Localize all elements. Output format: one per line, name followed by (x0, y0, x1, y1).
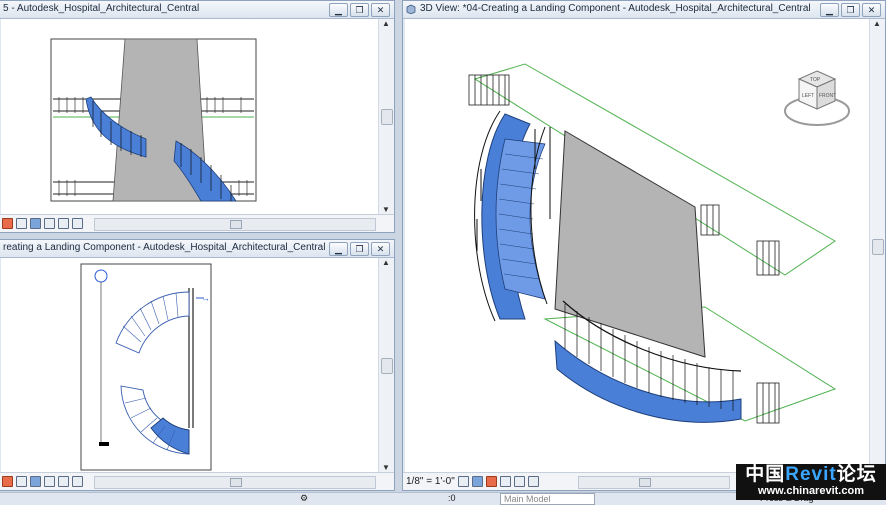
crop-icon[interactable] (16, 218, 27, 229)
view-control-bar (0, 214, 394, 232)
reveal-hidden-icon[interactable] (72, 476, 83, 487)
scroll-down-icon[interactable]: ▼ (382, 205, 390, 214)
shadows-icon[interactable] (485, 476, 497, 487)
scroll-down-icon[interactable]: ▼ (382, 463, 390, 472)
scrollbar-thumb[interactable] (639, 478, 651, 487)
view-window-3d[interactable]: 3D View: *04-Creating a Landing Componen… (402, 0, 886, 491)
restore-button[interactable]: ❐ (350, 3, 369, 17)
view-window-top-left[interactable]: 5 - Autodesk_Hospital_Architectural_Cent… (0, 0, 395, 233)
watermark-cn-text-2: 论坛 (836, 464, 877, 485)
scroll-up-icon[interactable]: ▲ (382, 19, 390, 28)
window-title: 5 - Autodesk_Hospital_Architectural_Cent… (3, 3, 200, 14)
minimize-button[interactable]: ▁ (820, 3, 839, 17)
scrollbar-thumb[interactable] (381, 358, 393, 374)
viewcube-left-label: LEFT (802, 93, 814, 99)
minimize-button[interactable]: ▁ (329, 242, 348, 256)
crop-icon[interactable] (499, 476, 511, 487)
viewcube[interactable]: TOP LEFT FRONT (777, 63, 857, 133)
svg-text:→: → (201, 293, 210, 303)
watermark-brand: Revit (785, 464, 837, 485)
window-titlebar[interactable]: 3D View: *04-Creating a Landing Componen… (403, 1, 885, 19)
vertical-scrollbar[interactable]: ▲ ▼ (378, 258, 394, 472)
reveal-hidden-icon[interactable] (72, 218, 83, 229)
temporary-hide-icon[interactable] (58, 476, 69, 487)
visual-style-icon[interactable] (471, 476, 483, 487)
window-titlebar[interactable]: reating a Landing Component - Autodesk_H… (0, 240, 394, 258)
shadows-icon[interactable] (2, 218, 13, 229)
restore-button[interactable]: ❐ (350, 242, 369, 256)
view-scale[interactable]: 1/8" = 1'-0" (406, 476, 455, 487)
view-window-bottom-left[interactable]: reating a Landing Component - Autodesk_H… (0, 239, 395, 491)
vertical-scrollbar[interactable]: ▲ ▼ (378, 19, 394, 214)
scroll-up-icon[interactable]: ▲ (382, 258, 390, 267)
close-button[interactable]: ✕ (371, 3, 390, 17)
sun-path-icon[interactable] (30, 218, 41, 229)
window-title: reating a Landing Component - Autodesk_H… (3, 242, 326, 253)
drawing-canvas[interactable]: TOP LEFT FRONT (405, 19, 869, 472)
hide-elements-icon[interactable] (44, 218, 55, 229)
horizontal-scrollbar[interactable] (578, 476, 730, 489)
detail-level-icon[interactable] (457, 476, 469, 487)
horizontal-scrollbar[interactable] (94, 476, 376, 489)
viewcube-top-label: TOP (810, 77, 821, 83)
drawing-canvas[interactable]: → (1, 258, 378, 472)
shadows-icon[interactable] (2, 476, 13, 487)
watermark-url: www.chinarevit.com (758, 485, 864, 497)
pane-label: :0 (448, 493, 456, 503)
temporary-hide-icon[interactable] (58, 218, 69, 229)
hide-elements-icon[interactable] (513, 476, 525, 487)
scrollbar-thumb[interactable] (230, 220, 242, 229)
view-control-bar (0, 472, 394, 490)
drawing-canvas[interactable] (1, 19, 378, 214)
viewcube-front-label: FRONT (819, 93, 836, 99)
watermark-logo: 中国Revit论坛 www.chinarevit.com (736, 464, 886, 500)
3d-view-icon (406, 4, 416, 14)
worksets-icon[interactable]: ⚙ (300, 493, 308, 504)
close-button[interactable]: ✕ (862, 3, 881, 17)
window-titlebar[interactable]: 5 - Autodesk_Hospital_Architectural_Cent… (0, 1, 394, 19)
reveal-hidden-icon[interactable] (527, 476, 539, 487)
scroll-up-icon[interactable]: ▲ (873, 19, 881, 28)
close-button[interactable]: ✕ (371, 242, 390, 256)
section-view-drawing (50, 38, 257, 202)
scrollbar-thumb[interactable] (230, 478, 242, 487)
plan-view-drawing: → (80, 263, 212, 471)
minimize-button[interactable]: ▁ (329, 3, 348, 17)
model-selector[interactable]: Main Model (500, 493, 595, 505)
crop-icon[interactable] (16, 476, 27, 487)
sun-path-icon[interactable] (30, 476, 41, 487)
watermark-cn-text: 中国 (745, 464, 786, 485)
vertical-scrollbar[interactable]: ▲ ▼ (869, 19, 885, 472)
window-title: 3D View: *04-Creating a Landing Componen… (420, 3, 811, 14)
horizontal-scrollbar[interactable] (94, 218, 376, 231)
scrollbar-thumb[interactable] (381, 109, 393, 125)
scrollbar-thumb[interactable] (872, 239, 884, 255)
hide-elements-icon[interactable] (44, 476, 55, 487)
restore-button[interactable]: ❐ (841, 3, 860, 17)
